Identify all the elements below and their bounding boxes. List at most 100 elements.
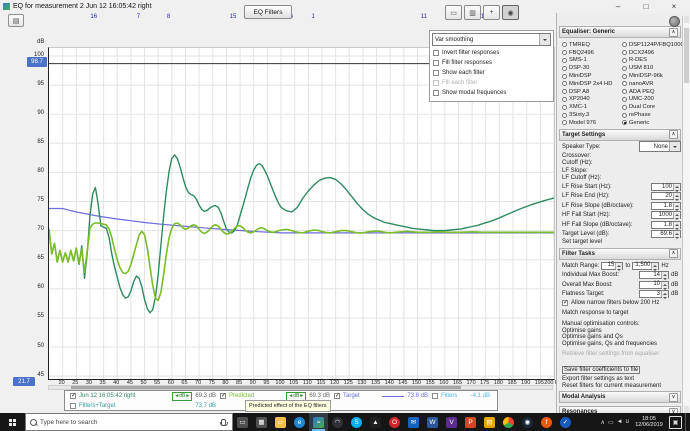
eq-filters-button[interactable]: EQ Filters <box>244 5 292 19</box>
taskbar-app-calculator-button[interactable]: ▦ <box>252 413 271 431</box>
speaker-type-select[interactable]: None <box>639 141 681 153</box>
equaliser-option-3sixty-3[interactable]: 3Sixty.3 <box>562 111 622 119</box>
radio-button[interactable] <box>562 104 567 110</box>
radio-button[interactable] <box>622 50 627 56</box>
scroll-up-icon[interactable] <box>684 16 689 23</box>
cursor-button[interactable]: + <box>483 5 500 20</box>
legend-checkbox[interactable] <box>432 393 438 399</box>
tray-expand-icon[interactable]: ∧ <box>601 419 605 426</box>
equaliser-option-dcx2496[interactable]: DCX2496 <box>622 49 684 57</box>
radio-button[interactable] <box>622 81 627 87</box>
smoothing-dropdown[interactable]: Var smoothing <box>432 33 551 46</box>
filter-display-option[interactable]: Fill filter responses <box>432 58 551 68</box>
target-field-3-field[interactable]: 1000 <box>651 211 681 223</box>
set-target-level-link[interactable]: Set target level <box>559 239 681 246</box>
radio-button[interactable] <box>562 120 567 126</box>
show-desktop-button[interactable] <box>685 413 689 431</box>
taskbar-app-remote-button[interactable]: ▭ <box>233 413 252 431</box>
radio-button[interactable] <box>622 73 627 79</box>
equaliser-option-dsp-30[interactable]: DSP-30 <box>562 64 622 72</box>
filter-display-option[interactable]: Invert filter responses <box>432 48 551 58</box>
tray-display-icon[interactable]: ▭ <box>608 419 614 426</box>
radio-button[interactable] <box>562 81 567 87</box>
radio-button[interactable] <box>562 42 567 48</box>
panel-scrollbar[interactable] <box>682 16 690 413</box>
equaliser-section-header[interactable]: Equaliser: Generic ∧ <box>559 26 681 38</box>
checkbox[interactable] <box>433 90 439 96</box>
filter-display-option[interactable]: Fill each filter <box>432 78 551 88</box>
export-filter-settings-as-text-link[interactable]: Export filter settings as text <box>559 376 681 383</box>
target-field-4-field[interactable]: 1.8 <box>651 220 681 232</box>
chevron-down-icon[interactable] <box>669 142 680 152</box>
radio-button[interactable] <box>622 57 627 63</box>
frequency-axis-button[interactable]: ▥ <box>464 5 481 20</box>
target-field-2-field[interactable]: 1.8 <box>651 201 681 213</box>
filter-task-field-0-field[interactable]: 14 <box>639 271 669 283</box>
optimise-link[interactable]: Optimise gains, Qs and frequencies <box>559 341 681 348</box>
radio-button[interactable] <box>562 73 567 79</box>
equaliser-option-rephase[interactable]: rePhase <box>622 111 684 119</box>
equaliser-option-dsp1124p-fbq1000[interactable]: DSP1124P/FBQ1000 <box>622 41 684 49</box>
legend-checkbox[interactable] <box>70 392 76 399</box>
filter-display-option[interactable]: Show each filter <box>432 68 551 78</box>
collapse-icon[interactable]: ∧ <box>669 249 678 259</box>
radio-button[interactable] <box>622 42 627 48</box>
taskbar-clock[interactable]: 18:05 12/06/2019 <box>632 416 666 428</box>
start-button[interactable] <box>0 413 25 431</box>
taskbar-app-photos-button[interactable]: ▲ <box>366 413 385 431</box>
filter-task-field-2-field[interactable]: 3 <box>639 290 669 302</box>
taskbar-app-rew-button[interactable]: ≈ <box>309 413 328 431</box>
taskbar-app-skype-button[interactable]: S <box>347 413 366 431</box>
radio-button[interactable] <box>622 96 627 102</box>
optimise-link[interactable]: Optimise gains <box>559 328 681 335</box>
filter-task-field-1-field[interactable]: 10 <box>639 280 669 292</box>
radio-button[interactable] <box>562 96 567 102</box>
chevron-down-icon[interactable] <box>539 34 550 45</box>
taskbar-app-powerpoint-button[interactable]: P <box>461 413 480 431</box>
equaliser-option-minidsp[interactable]: MiniDSP <box>562 72 622 80</box>
taskbar-app-steam-button[interactable]: ◉ <box>518 413 537 431</box>
radio-button[interactable] <box>622 89 627 95</box>
target-field-0-field[interactable]: 100 <box>651 182 681 194</box>
radio-button[interactable] <box>562 50 567 56</box>
taskbar-app-dark-round-button[interactable]: ◠ <box>328 413 347 431</box>
legend-checkbox[interactable] <box>70 403 76 409</box>
taskbar-app-opera-button[interactable]: O <box>385 413 404 431</box>
radio-button[interactable] <box>562 65 567 71</box>
collapse-icon[interactable]: ∨ <box>669 392 678 402</box>
equaliser-option-ada-peq[interactable]: ADA PEQ <box>622 88 684 96</box>
tray-volume-icon[interactable]: ◄ <box>617 419 623 425</box>
allow-narrow-checkbox[interactable] <box>562 299 568 307</box>
taskbar-app-todo-button[interactable]: ✓ <box>556 413 575 431</box>
taskbar-app-firefox-button[interactable]: f <box>537 413 556 431</box>
equaliser-option-sms-1[interactable]: SMS-1 <box>562 57 622 65</box>
checkbox[interactable] <box>433 60 439 66</box>
match-range-from-field[interactable]: 15 <box>601 261 624 273</box>
panel-scrollbar-thumb[interactable] <box>684 28 689 83</box>
modal-analysis-section-header[interactable]: Modal Analysis ∨ <box>559 391 681 404</box>
radio-button[interactable] <box>562 89 567 95</box>
target-field-1-field[interactable]: 20 <box>651 192 681 204</box>
reset-filters-for-current-measurement-link[interactable]: Reset filters for current measurement <box>559 383 681 390</box>
radio-button[interactable] <box>562 112 567 118</box>
taskbar-app-file-explorer-button[interactable]: ▱ <box>271 413 290 431</box>
graph-controls-button[interactable]: ▤ <box>8 14 24 27</box>
equaliser-option-dual-core[interactable]: Dual Core <box>622 103 684 111</box>
legend-checkbox[interactable] <box>220 392 226 399</box>
target-field-5-field[interactable]: 69.6 <box>651 230 681 242</box>
taskbar-app-notes-button[interactable]: ▤ <box>480 413 499 431</box>
equaliser-option-usm-810[interactable]: USM 810 <box>622 64 684 72</box>
db-offset-widget[interactable]: ◄dB► <box>172 391 193 401</box>
equaliser-option-dsp-a8[interactable]: DSP A8 <box>562 88 622 96</box>
radio-button[interactable] <box>622 65 627 71</box>
graph-scrollbar-thumb[interactable] <box>71 386 461 389</box>
filter-display-option[interactable]: Show modal frequences <box>432 88 551 98</box>
equaliser-option-xp2040[interactable]: XP2040 <box>562 96 622 104</box>
scroll-down-icon[interactable] <box>684 406 689 413</box>
checkbox[interactable] <box>433 50 439 56</box>
match-range-to-field[interactable]: 1,500 <box>632 261 660 273</box>
match-response-link[interactable]: Match response to target <box>559 310 681 317</box>
collapse-icon[interactable]: ∧ <box>669 27 678 37</box>
checkbox[interactable] <box>433 70 439 76</box>
taskbar-app-edge-button[interactable]: e <box>290 413 309 431</box>
